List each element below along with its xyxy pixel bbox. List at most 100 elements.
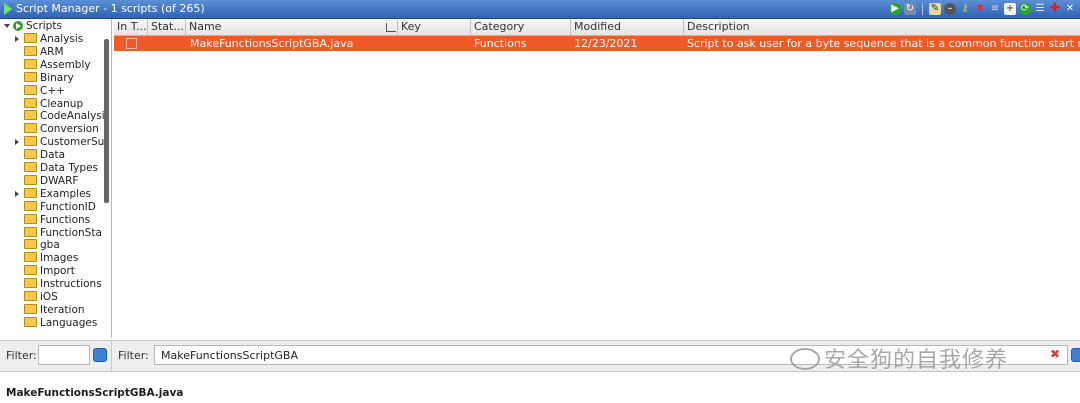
toolbar: ▶ ↻ ✎ – ⚷ ✖ ≡ + ⟳ ☰ ✚ ✕: [889, 2, 1076, 16]
tree-item[interactable]: Data: [14, 149, 65, 162]
add-icon[interactable]: ✚: [1049, 2, 1061, 15]
tree-item-label: Iteration: [40, 303, 85, 316]
folder-icon: [24, 213, 37, 224]
folder-icon: [24, 316, 37, 327]
folder-icon: [24, 162, 37, 172]
refresh-icon[interactable]: ⟳: [1019, 3, 1031, 15]
clear-filter-icon[interactable]: ✖: [1048, 346, 1062, 362]
folder-icon: [24, 252, 37, 263]
tree-filter-input[interactable]: [38, 345, 90, 365]
col-category[interactable]: Category: [471, 19, 571, 35]
in-toolbar-checkbox[interactable]: [126, 38, 137, 49]
col-description[interactable]: Description: [684, 19, 1080, 35]
tree-item[interactable]: Images: [14, 252, 78, 265]
tree-item[interactable]: iOS: [14, 291, 58, 304]
folder-icon: [24, 226, 37, 237]
tree-item[interactable]: CodeAnalysi: [14, 110, 105, 123]
status-cell: [148, 36, 186, 51]
folder-icon: [24, 278, 37, 289]
divider: [111, 341, 112, 371]
in-toolbar-cell[interactable]: [114, 36, 148, 51]
col-name[interactable]: Name: [186, 19, 398, 35]
tree-item[interactable]: Binary: [14, 71, 74, 85]
tree-item-label: C++: [40, 84, 65, 97]
table-row[interactable]: MakeFunctionsScriptGBA.java Functions 12…: [114, 36, 1080, 51]
new-script-icon[interactable]: +: [1004, 3, 1016, 15]
tree-item[interactable]: Languages: [14, 316, 98, 330]
sort-icon: [386, 23, 396, 32]
tree-item-label: FunctionID: [40, 200, 96, 213]
tree-item-label: Instructions: [40, 278, 102, 291]
folder-icon: [24, 45, 37, 56]
col-in-toolbar[interactable]: In T...: [114, 19, 148, 35]
tree-item[interactable]: Cleanup: [14, 97, 84, 111]
tree-item[interactable]: FunctionID: [14, 200, 96, 214]
tree-item[interactable]: Assembly: [14, 58, 91, 72]
filter-bar: Filter: Filter: 安全狗的自我修养 ✖: [0, 340, 1080, 373]
tree-root[interactable]: Scripts: [4, 20, 62, 33]
chevron-right-icon[interactable]: [15, 139, 19, 146]
folder-icon: [24, 123, 37, 134]
tree-item-label: Cleanup: [40, 97, 84, 110]
filter-options-icon-2[interactable]: [1071, 348, 1080, 362]
close-window-icon[interactable]: ✕: [1064, 3, 1076, 15]
tree-item-label: DWARF: [40, 174, 79, 187]
folder-icon: [24, 149, 37, 160]
key-icon[interactable]: ⚷: [959, 3, 971, 15]
toolbar-separator: [922, 3, 923, 15]
filter-options-icon[interactable]: [93, 348, 107, 362]
folder-icon: [24, 33, 37, 43]
tree-item[interactable]: DWARF: [14, 174, 79, 188]
key-cell: [398, 36, 471, 51]
chevron-right-icon[interactable]: [15, 190, 19, 197]
tree-item-label: Assembly: [40, 58, 91, 71]
tree-item[interactable]: Import: [14, 265, 75, 278]
rerun-icon[interactable]: ↻: [904, 3, 916, 15]
folder-icon: [24, 84, 37, 95]
run-icon: [13, 21, 23, 31]
watermark-text: 安全狗的自我修养: [824, 348, 1009, 373]
tree-item-label: CustomerSu: [40, 136, 105, 149]
close-icon[interactable]: ✖: [974, 3, 986, 15]
tree-item[interactable]: Instructions: [14, 278, 102, 291]
tree-item[interactable]: Iteration: [14, 303, 85, 317]
tree-item[interactable]: Examples: [14, 187, 91, 201]
tree-item[interactable]: Analysis: [14, 33, 83, 46]
tree-item[interactable]: Functions: [14, 213, 90, 227]
col-key[interactable]: Key: [398, 19, 471, 35]
tree-item[interactable]: Conversion: [14, 123, 99, 136]
script-dirs-icon[interactable]: ≡: [989, 3, 1001, 15]
chevron-down-icon[interactable]: [4, 24, 10, 28]
tree-item-label: Images: [40, 252, 79, 265]
col-modified[interactable]: Modified: [571, 19, 684, 35]
tree-item-label: Data Types: [40, 162, 98, 174]
tree-item[interactable]: ARM: [14, 45, 64, 59]
folder-icon: [24, 136, 37, 147]
tree-item-label: gba: [40, 239, 60, 252]
folder-icon: [24, 265, 37, 276]
col-status[interactable]: Stat...: [148, 19, 186, 35]
tree-item[interactable]: CustomerSu: [14, 136, 104, 149]
tree-vertical-scrollbar[interactable]: [104, 39, 109, 203]
folder-icon: [24, 110, 37, 121]
table-header: In T... Stat... Name Key Category Modifi…: [114, 19, 1080, 36]
folder-icon: [24, 97, 37, 108]
list-icon[interactable]: ☰: [1034, 3, 1046, 15]
tree-item[interactable]: Data Types: [14, 162, 98, 175]
tree-item-label: ARM: [40, 45, 64, 58]
tree-item[interactable]: gba: [14, 239, 60, 252]
chevron-right-icon[interactable]: [15, 36, 19, 42]
title-bar: Script Manager - 1 scripts (of 265) ▶ ↻ …: [0, 0, 1080, 19]
category-tree[interactable]: Scripts Analysis ARM Assembly Binary C++ Clea…: [0, 19, 112, 338]
tree-item[interactable]: C++: [14, 84, 65, 98]
tree-item[interactable]: FunctionSta: [14, 226, 102, 240]
tree-item-label: Languages: [40, 316, 98, 329]
edit-icon[interactable]: ✎: [929, 3, 941, 15]
run-icon[interactable]: ▶: [889, 3, 901, 15]
tree-item-label: CodeAnalysi: [40, 110, 105, 123]
tree-item-label: Conversion: [40, 123, 99, 136]
folder-icon: [24, 187, 37, 198]
description-cell: Script to ask user for a byte sequence t…: [687, 37, 1080, 50]
tree-filter-label: Filter:: [6, 349, 37, 362]
delete-icon[interactable]: –: [944, 3, 956, 15]
